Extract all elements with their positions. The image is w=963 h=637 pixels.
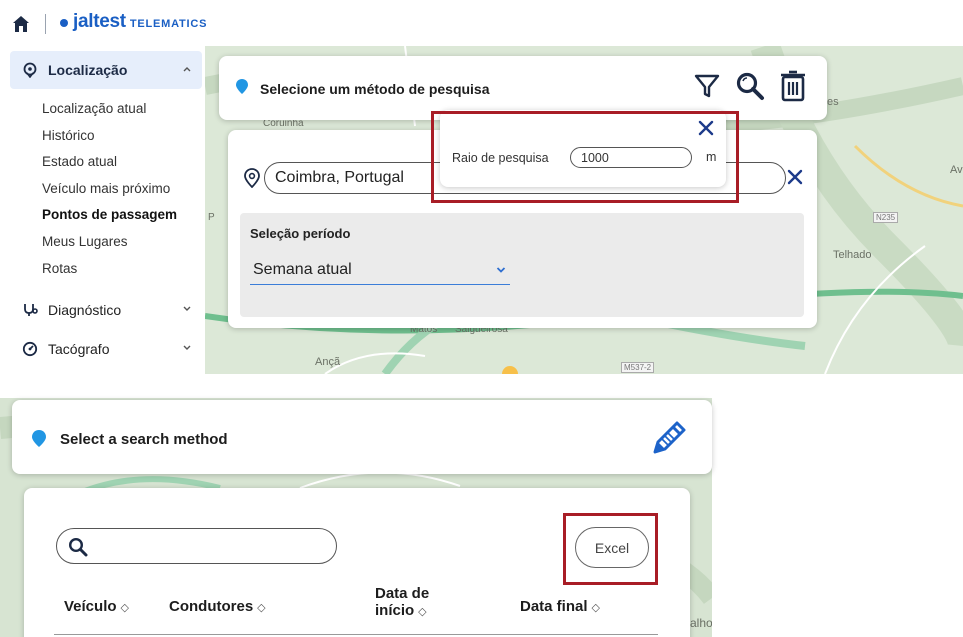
sidebar-item-my-places[interactable]: Meus Lugares <box>42 234 128 249</box>
sidebar-section-label: Localização <box>48 62 128 78</box>
road-shield: N235 <box>873 212 899 223</box>
close-icon[interactable] <box>786 168 804 186</box>
period-label: Seleção período <box>250 226 351 241</box>
search-icon <box>68 537 88 557</box>
table-header-divider <box>54 634 658 635</box>
brand-dot <box>60 19 68 27</box>
sidebar-section-tachograph[interactable]: Tacógrafo <box>10 330 202 368</box>
pencil-icon[interactable] <box>649 418 689 458</box>
sidebar-item-current-state[interactable]: Estado atual <box>42 154 117 169</box>
top-bar: jaltest TELEMATICS <box>0 0 963 46</box>
pin-icon <box>32 430 46 447</box>
column-header-label: Condutores <box>169 598 254 615</box>
chevron-down-icon[interactable] <box>182 343 192 353</box>
map-label: alho <box>690 616 712 630</box>
column-header-label: Veículo <box>64 598 117 615</box>
sort-icon: ◇ <box>591 602 600 614</box>
brand-name: jaltest <box>73 11 126 32</box>
period-selection-box: Seleção período Semana atual <box>240 213 804 317</box>
sidebar-item-routes[interactable]: Rotas <box>42 261 77 276</box>
location-pin-icon <box>244 168 260 188</box>
brand-tag: TELEMATICS <box>129 18 208 30</box>
column-header-end-date[interactable]: Data final ◇ <box>520 598 600 615</box>
stethoscope-icon <box>24 304 38 316</box>
sort-icon: ◇ <box>257 602 266 614</box>
sidebar-section-label: Diagnóstico <box>48 302 122 318</box>
map-label: Ançã <box>315 356 341 368</box>
sidebar-section-diagnostics[interactable]: Diagnóstico <box>10 291 202 329</box>
select-method-card: Select a search method <box>12 400 712 474</box>
table-search-input[interactable] <box>56 528 337 564</box>
tachograph-icon <box>22 341 38 357</box>
column-header-drivers[interactable]: Condutores ◇ <box>169 598 266 615</box>
column-header-label: início <box>375 602 415 619</box>
top-divider <box>45 14 46 34</box>
location-pin-icon <box>23 62 37 78</box>
map-label: P <box>208 212 215 223</box>
pin-icon <box>236 79 248 94</box>
highlight-box <box>563 513 658 585</box>
map-label: Av <box>950 164 963 176</box>
trash-icon[interactable] <box>780 70 806 102</box>
map-label: Telhado <box>833 249 872 261</box>
period-value: Semana atual <box>253 261 352 278</box>
map-label: es <box>827 96 839 108</box>
sidebar-item-current-location[interactable]: Localização atual <box>42 101 146 116</box>
highlight-box <box>431 111 739 203</box>
sidebar-item-history[interactable]: Histórico <box>42 128 95 143</box>
sort-icon: ◇ <box>120 602 129 614</box>
column-header-start-date[interactable]: Data de início ◇ <box>375 585 429 621</box>
search-icon[interactable] <box>735 71 765 101</box>
select-method-title: Select a search method <box>60 431 228 448</box>
sidebar: Localização Localização atual Histórico … <box>0 46 205 374</box>
brand-logo: jaltest TELEMATICS <box>60 11 207 35</box>
chevron-down-icon[interactable] <box>182 304 192 314</box>
sidebar-section-label: Tacógrafo <box>48 341 110 357</box>
period-select[interactable]: Semana atual <box>250 253 510 285</box>
column-header-vehicle[interactable]: Veículo ◇ <box>64 598 129 615</box>
home-icon[interactable] <box>12 15 30 33</box>
search-method-title: Selecione um método de pesquisa <box>260 81 490 97</box>
chevron-down-icon <box>496 267 506 273</box>
sidebar-item-waypoints[interactable]: Pontos de passagem <box>42 207 177 222</box>
sidebar-section-location[interactable]: Localização <box>10 51 202 89</box>
sort-icon: ◇ <box>418 606 427 618</box>
column-header-label: Data final <box>520 598 588 615</box>
sidebar-item-nearest-vehicle[interactable]: Veículo mais próximo <box>42 181 170 196</box>
chevron-up-icon[interactable] <box>182 64 192 74</box>
filter-icon[interactable] <box>694 73 720 99</box>
road-shield: M537-2 <box>621 362 655 373</box>
column-header-label: Data de <box>375 585 430 602</box>
